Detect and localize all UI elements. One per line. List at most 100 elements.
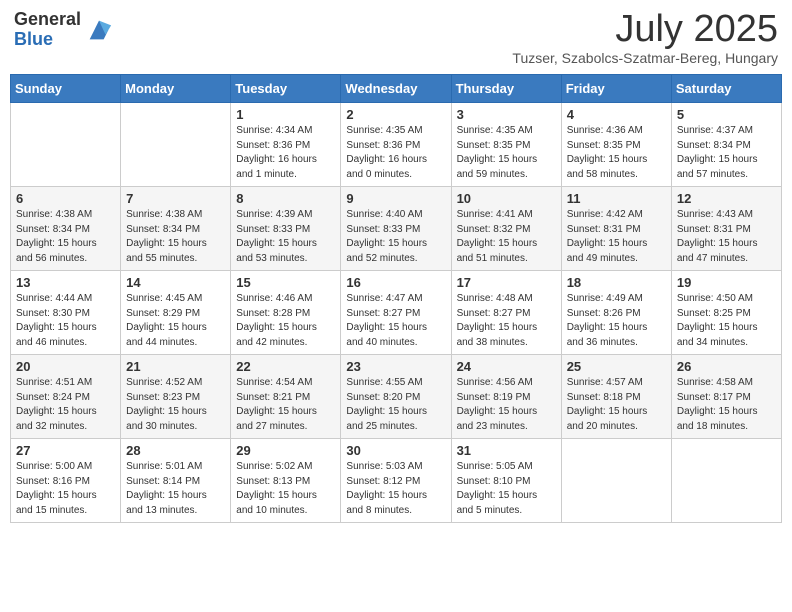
calendar-cell: 30 Sunrise: 5:03 AMSunset: 8:12 PMDayligh… (341, 439, 451, 523)
calendar-week-row: 20 Sunrise: 4:51 AMSunset: 8:24 PMDayligh… (11, 355, 782, 439)
day-number: 26 (677, 359, 776, 374)
calendar-cell: 14Sunrise: 4:45 AMSunset: 8:29 PMDayligh… (121, 271, 231, 355)
day-info: Sunrise: 4:47 AMSunset: 8:27 PMDaylight:… (346, 292, 445, 350)
calendar-week-row: 13 Sunrise: 4:44 AMSunset: 8:30 PMDayligh… (11, 271, 782, 355)
calendar-cell: 26 Sunrise: 4:58 AMSunset: 8:17 PMDayligh… (671, 355, 781, 439)
day-info: Sunrise: 4:38 AMSunset: 8:34 PMDaylight:… (126, 208, 225, 266)
weekday-header: Wednesday (341, 75, 451, 103)
day-info: Sunrise: 4:55 AMSunset: 8:20 PMDaylight:… (346, 376, 445, 434)
day-number: 5 (677, 107, 776, 122)
calendar-cell (671, 439, 781, 523)
day-info: Sunrise: 4:48 AMSunset: 8:27 PMDaylight:… (457, 292, 556, 350)
calendar-cell: 8 Sunrise: 4:39 AMSunset: 8:33 PMDaylight… (231, 187, 341, 271)
day-info: Sunrise: 4:49 AMSunset: 8:26 PMDaylight:… (567, 292, 666, 350)
calendar-cell: 12 Sunrise: 4:43 AMSunset: 8:31 PMDayligh… (671, 187, 781, 271)
calendar-header-row: SundayMondayTuesdayWednesdayThursdayFrid… (11, 75, 782, 103)
day-info: Sunrise: 4:44 AMSunset: 8:30 PMDaylight:… (16, 292, 115, 350)
logo-blue: Blue (14, 30, 81, 50)
calendar-cell: 5 Sunrise: 4:37 AMSunset: 8:34 PMDaylight… (671, 103, 781, 187)
day-info: Sunrise: 4:37 AMSunset: 8:34 PMDaylight:… (677, 124, 776, 182)
day-number: 8 (236, 191, 335, 206)
day-number: 29 (236, 443, 335, 458)
logo-icon (85, 16, 113, 44)
calendar-cell: 19 Sunrise: 4:50 AMSunset: 8:25 PMDayligh… (671, 271, 781, 355)
calendar-cell: 2Sunrise: 4:35 AMSunset: 8:36 PMDaylight… (341, 103, 451, 187)
day-number: 24 (457, 359, 556, 374)
day-info: Sunrise: 4:40 AMSunset: 8:33 PMDaylight:… (346, 208, 445, 266)
calendar-cell: 21Sunrise: 4:52 AMSunset: 8:23 PMDayligh… (121, 355, 231, 439)
day-number: 21 (126, 359, 225, 374)
calendar-week-row: 1Sunrise: 4:34 AMSunset: 8:36 PMDaylight… (11, 103, 782, 187)
calendar-cell: 16 Sunrise: 4:47 AMSunset: 8:27 PMDayligh… (341, 271, 451, 355)
day-info: Sunrise: 4:54 AMSunset: 8:21 PMDaylight:… (236, 376, 335, 434)
day-number: 15 (236, 275, 335, 290)
calendar-cell: 23 Sunrise: 4:55 AMSunset: 8:20 PMDayligh… (341, 355, 451, 439)
day-info: Sunrise: 4:57 AMSunset: 8:18 PMDaylight:… (567, 376, 666, 434)
calendar-cell: 27 Sunrise: 5:00 AMSunset: 8:16 PMDayligh… (11, 439, 121, 523)
calendar-cell: 28Sunrise: 5:01 AMSunset: 8:14 PMDayligh… (121, 439, 231, 523)
calendar-cell (121, 103, 231, 187)
day-info: Sunrise: 5:02 AMSunset: 8:13 PMDaylight:… (236, 460, 335, 518)
weekday-header: Tuesday (231, 75, 341, 103)
logo-general: General (14, 10, 81, 30)
day-info: Sunrise: 4:58 AMSunset: 8:17 PMDaylight:… (677, 376, 776, 434)
day-info: Sunrise: 4:50 AMSunset: 8:25 PMDaylight:… (677, 292, 776, 350)
calendar-cell (561, 439, 671, 523)
day-number: 11 (567, 191, 666, 206)
day-number: 27 (16, 443, 115, 458)
day-info: Sunrise: 4:42 AMSunset: 8:31 PMDaylight:… (567, 208, 666, 266)
day-number: 23 (346, 359, 445, 374)
day-info: Sunrise: 4:35 AMSunset: 8:35 PMDaylight:… (457, 124, 556, 182)
logo: General Blue (14, 10, 113, 50)
day-info: Sunrise: 4:46 AMSunset: 8:28 PMDaylight:… (236, 292, 335, 350)
day-number: 28 (126, 443, 225, 458)
day-number: 4 (567, 107, 666, 122)
day-number: 14 (126, 275, 225, 290)
calendar-cell: 29 Sunrise: 5:02 AMSunset: 8:13 PMDayligh… (231, 439, 341, 523)
day-number: 1 (236, 107, 335, 122)
calendar-cell: 15 Sunrise: 4:46 AMSunset: 8:28 PMDayligh… (231, 271, 341, 355)
calendar-cell: 20 Sunrise: 4:51 AMSunset: 8:24 PMDayligh… (11, 355, 121, 439)
day-number: 13 (16, 275, 115, 290)
title-block: July 2025 Tuzser, Szabolcs-Szatmar-Bereg… (512, 10, 778, 66)
day-info: Sunrise: 5:03 AMSunset: 8:12 PMDaylight:… (346, 460, 445, 518)
calendar-cell: 18 Sunrise: 4:49 AMSunset: 8:26 PMDayligh… (561, 271, 671, 355)
day-number: 18 (567, 275, 666, 290)
day-number: 20 (16, 359, 115, 374)
calendar-cell: 10 Sunrise: 4:41 AMSunset: 8:32 PMDayligh… (451, 187, 561, 271)
calendar-week-row: 6Sunrise: 4:38 AMSunset: 8:34 PMDaylight… (11, 187, 782, 271)
weekday-header: Friday (561, 75, 671, 103)
day-number: 31 (457, 443, 556, 458)
weekday-header: Saturday (671, 75, 781, 103)
day-info: Sunrise: 4:35 AMSunset: 8:36 PMDaylight:… (346, 124, 445, 182)
day-number: 22 (236, 359, 335, 374)
calendar-cell: 11 Sunrise: 4:42 AMSunset: 8:31 PMDayligh… (561, 187, 671, 271)
month-title: July 2025 (512, 10, 778, 48)
weekday-header: Monday (121, 75, 231, 103)
page-header: General Blue July 2025 Tuzser, Szabolcs-… (10, 10, 782, 66)
day-number: 7 (126, 191, 225, 206)
day-info: Sunrise: 4:36 AMSunset: 8:35 PMDaylight:… (567, 124, 666, 182)
day-number: 30 (346, 443, 445, 458)
day-info: Sunrise: 4:43 AMSunset: 8:31 PMDaylight:… (677, 208, 776, 266)
day-number: 25 (567, 359, 666, 374)
day-number: 16 (346, 275, 445, 290)
calendar-cell (11, 103, 121, 187)
calendar-cell: 9Sunrise: 4:40 AMSunset: 8:33 PMDaylight… (341, 187, 451, 271)
weekday-header: Sunday (11, 75, 121, 103)
day-info: Sunrise: 4:39 AMSunset: 8:33 PMDaylight:… (236, 208, 335, 266)
day-number: 10 (457, 191, 556, 206)
day-info: Sunrise: 5:00 AMSunset: 8:16 PMDaylight:… (16, 460, 115, 518)
day-number: 12 (677, 191, 776, 206)
calendar-cell: 1Sunrise: 4:34 AMSunset: 8:36 PMDaylight… (231, 103, 341, 187)
calendar-cell: 13 Sunrise: 4:44 AMSunset: 8:30 PMDayligh… (11, 271, 121, 355)
day-info: Sunrise: 4:41 AMSunset: 8:32 PMDaylight:… (457, 208, 556, 266)
calendar-cell: 25 Sunrise: 4:57 AMSunset: 8:18 PMDayligh… (561, 355, 671, 439)
calendar-cell: 22 Sunrise: 4:54 AMSunset: 8:21 PMDayligh… (231, 355, 341, 439)
day-info: Sunrise: 4:56 AMSunset: 8:19 PMDaylight:… (457, 376, 556, 434)
day-info: Sunrise: 4:51 AMSunset: 8:24 PMDaylight:… (16, 376, 115, 434)
calendar-cell: 17Sunrise: 4:48 AMSunset: 8:27 PMDayligh… (451, 271, 561, 355)
calendar-cell: 3Sunrise: 4:35 AMSunset: 8:35 PMDaylight… (451, 103, 561, 187)
day-number: 19 (677, 275, 776, 290)
weekday-header: Thursday (451, 75, 561, 103)
